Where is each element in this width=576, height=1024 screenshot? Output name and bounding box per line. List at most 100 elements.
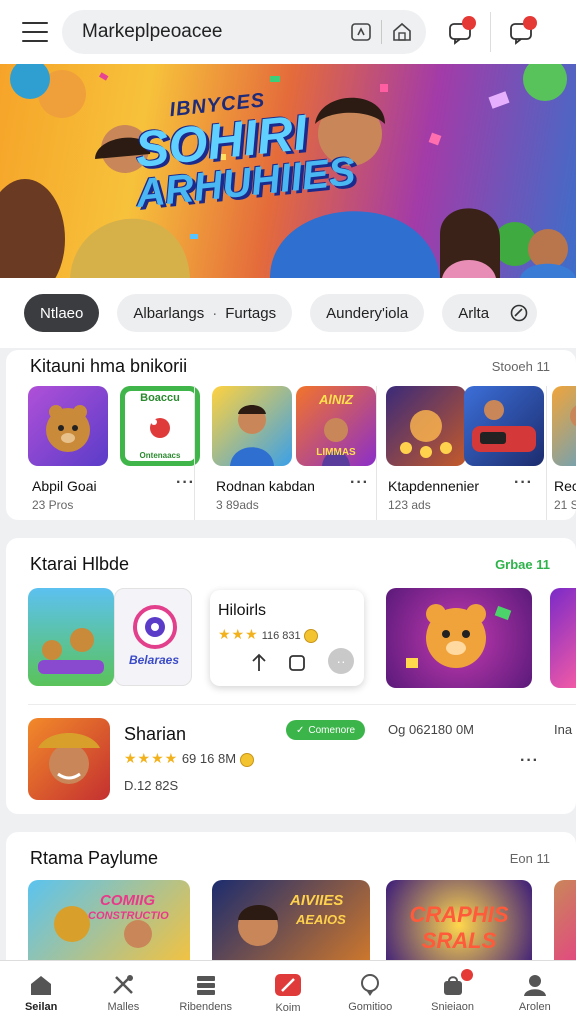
nav-bag-label: Snieiaon	[431, 1000, 474, 1013]
chip-0[interactable]: Ntlaeo	[24, 294, 100, 332]
bookmark-icon[interactable]	[286, 652, 308, 674]
popular-tile-2-text-a: AIVIIES	[290, 892, 344, 909]
item3-sub: 123 ads	[388, 498, 431, 512]
nav-location[interactable]: Gomitioo	[329, 961, 411, 1024]
more-icon[interactable]: ··	[328, 648, 354, 674]
popular-tile-2[interactable]: AIVIIES AEAIOS	[212, 880, 370, 970]
popular-tile-3-text-b: SRALS	[421, 928, 497, 953]
row-rating: ★★★★ 69 16 8M	[124, 750, 254, 767]
item3-more-icon[interactable]: ···	[514, 474, 533, 492]
nav-location-label: Gomitioo	[348, 1000, 393, 1013]
popup-title: Hiloirls	[218, 602, 266, 619]
item1-tile-a[interactable]	[28, 386, 108, 466]
divider	[546, 386, 547, 520]
chip-1[interactable]: Albarlangs · Furtags	[117, 294, 293, 332]
section-popular: Rtama Paylume Eon 11 COMIIG CONSTRUCTIO …	[6, 832, 576, 972]
item2-tile-b[interactable]: AlNIZ LIMMAS	[296, 386, 376, 466]
item3-tile-a[interactable]	[386, 386, 466, 466]
nav-tools[interactable]: Malles	[82, 961, 164, 1024]
divider	[194, 386, 195, 520]
nav-home-label: Seilan	[24, 1000, 58, 1013]
popular-tile-1[interactable]: COMIIG CONSTRUCTIO	[28, 880, 190, 970]
tools-icon	[113, 974, 134, 994]
featured-tile-d[interactable]	[550, 588, 576, 688]
promo-banner[interactable]: IBNYCES SOHIRI ARHUHIIES	[0, 64, 576, 278]
filter-chips: Ntlaeo Albarlangs · Furtags Aundery'iola…	[0, 278, 576, 348]
item3-name[interactable]: Ktapdennenier	[388, 478, 479, 494]
row-more-icon[interactable]: ···	[520, 752, 539, 770]
item4-name[interactable]: Rec	[554, 478, 576, 494]
row-name[interactable]: Sharian	[124, 724, 186, 745]
popular-tile-4[interactable]	[554, 880, 576, 970]
section2-see-all[interactable]: Grbae 11	[495, 557, 550, 572]
nav-layers[interactable]: Ribendens	[165, 961, 247, 1024]
row-rating-text: 69 16 8M	[181, 751, 237, 766]
featured-tile-c[interactable]	[386, 588, 532, 688]
chat-alert-badge	[523, 16, 537, 30]
section1-title: Kitauni hma bnikorii	[30, 356, 188, 376]
chip-2[interactable]: Aundery'iola	[310, 294, 425, 332]
profile-icon	[523, 974, 546, 996]
scan-icon[interactable]	[349, 20, 373, 44]
banner-title: IBNYCES SOHIRI ARHUHIIES	[127, 85, 358, 216]
item2-name[interactable]: Rodnan kabdan	[216, 478, 315, 494]
popular-tile-2-text-b: AEAIOS	[296, 912, 346, 927]
section2-header: Ktarai Hlbde Grbae 11	[30, 554, 550, 575]
nav-profile[interactable]: Arolen	[494, 961, 576, 1024]
bottom-nav: Seilan Malles Ribendens Koim Gomitioo Sn…	[0, 960, 576, 1024]
item4-tile[interactable]	[552, 386, 576, 466]
topbar-divider	[490, 12, 491, 52]
home-icon	[31, 975, 52, 995]
row-meta2: Ina	[554, 722, 573, 737]
item1-tile-b[interactable]: Boaccu Ontenaacs	[120, 386, 200, 466]
item2-tile-b-bottom-text: LIMMAS	[316, 447, 356, 458]
chat-alert-icon[interactable]	[501, 12, 541, 52]
nav-ticket[interactable]: Koim	[247, 961, 329, 1024]
chip-3[interactable]: Arlta	[442, 294, 538, 332]
coin-icon	[239, 752, 254, 767]
nav-home[interactable]: Seilan	[0, 961, 82, 1024]
item1-more-icon[interactable]: ···	[176, 474, 195, 492]
item2-tile-a[interactable]	[212, 386, 292, 466]
featured-tile-b-label: Belaraes	[128, 653, 180, 667]
search-bar[interactable]: Markeplpeoacee	[62, 10, 426, 54]
item1-name[interactable]: Abpil Goai	[32, 478, 97, 494]
popular-tile-1-text-a: COMIIG	[100, 892, 155, 909]
status-badge[interactable]: ✓ Comenore	[286, 720, 366, 740]
row-stars: ★★★★	[124, 750, 179, 766]
section-featured: Ktarai Hlbde Grbae 11 Belaraes Hiloirls …	[6, 538, 576, 814]
clear-icon[interactable]	[509, 303, 529, 323]
menu-icon[interactable]	[22, 22, 48, 42]
coin-icon	[303, 629, 318, 644]
item4-sub: 21 S	[554, 498, 576, 512]
nav-layers-label: Ribendens	[179, 1000, 232, 1013]
popular-tile-3[interactable]: CRAPHIS SRALS	[386, 880, 532, 970]
search-input[interactable]: Markeplpeoacee	[82, 21, 341, 43]
item2-more-icon[interactable]: ···	[350, 474, 369, 492]
featured-tile-b[interactable]: Belaraes	[114, 588, 192, 686]
chat-icon[interactable]	[440, 12, 480, 52]
check-icon: ✓	[296, 724, 305, 736]
item3-tile-b[interactable]	[464, 386, 544, 466]
map-pin-icon	[361, 973, 380, 996]
featured-row-thumb[interactable]	[28, 718, 110, 800]
item1-sub: 23 Pros	[32, 498, 74, 512]
top-bar: Markeplpeoacee	[0, 0, 576, 64]
section3-header: Rtama Paylume Eon 11	[30, 848, 550, 869]
popular-tile-1-text-b: CONSTRUCTIO	[88, 910, 169, 922]
item-preview-popup[interactable]: Hiloirls ★★★ 116 831 ··	[210, 590, 364, 686]
section1-see-all[interactable]: Stooeh 11	[492, 359, 550, 374]
item2-sub: 3 89ads	[216, 498, 259, 512]
section2-title: Ktarai Hlbde	[30, 554, 130, 574]
pin-icon[interactable]	[248, 652, 270, 674]
row-sub: D.12 82S	[124, 778, 179, 793]
chip-1-label2: Furtags	[225, 304, 277, 322]
section3-see-all[interactable]: Eon 11	[510, 851, 550, 866]
nav-bag[interactable]: Snieiaon	[411, 961, 493, 1024]
featured-tile-a[interactable]	[28, 588, 114, 686]
store-icon[interactable]	[390, 20, 414, 44]
layers-icon	[196, 975, 215, 995]
popular-tile-3-text-a: CRAPHIS	[409, 902, 509, 927]
row-meta: Og 062180 0M	[388, 722, 475, 737]
nav-ticket-label: Koim	[275, 1001, 301, 1014]
